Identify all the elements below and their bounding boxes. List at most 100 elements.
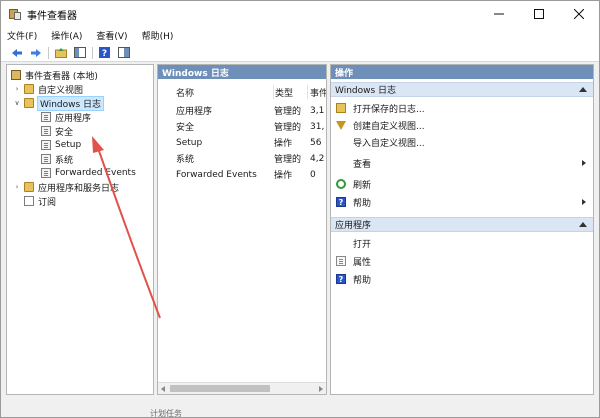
back-arrow-icon — [11, 48, 22, 57]
section-title: Windows 日志 — [335, 86, 397, 96]
show-hide-tree-icon — [73, 47, 86, 58]
tree-item-security[interactable]: 安全 — [41, 125, 74, 138]
tree-item-app-service-logs[interactable]: › 应用程序和服务日志 — [13, 181, 119, 194]
show-hide-tree-button[interactable] — [72, 46, 87, 60]
blank-icon — [336, 137, 346, 147]
menu-help[interactable]: 帮助(H) — [142, 29, 174, 42]
column-label: 名称 — [176, 88, 195, 99]
action-open[interactable]: 打开 — [331, 235, 593, 251]
tree-item-windows-logs[interactable]: ∨ Windows 日志 — [13, 95, 105, 111]
back-button[interactable] — [9, 46, 24, 60]
action-view[interactable]: 查看 — [331, 155, 593, 171]
tree-item-forwarded-events[interactable]: Forwarded Events — [41, 167, 136, 179]
action-help-app[interactable]: ? 帮助 — [331, 271, 593, 287]
scroll-left-icon[interactable] — [161, 386, 165, 392]
folder-icon — [24, 84, 34, 94]
help-toolbar-button[interactable]: ? — [97, 46, 112, 60]
collapse-icon[interactable] — [579, 87, 587, 92]
event-viewer-icon — [11, 70, 21, 80]
column-header-type[interactable]: 类型 — [274, 85, 308, 99]
action-properties[interactable]: 属性 — [331, 253, 593, 269]
properties-toolbar-button[interactable] — [116, 46, 131, 60]
close-icon — [574, 9, 584, 19]
action-help[interactable]: ? 帮助 — [331, 194, 593, 210]
tree-item-label: 安全 — [55, 127, 74, 138]
cell-events: 3,1 — [310, 105, 325, 116]
column-header-name[interactable]: 名称 — [176, 85, 274, 99]
maximize-button[interactable] — [519, 1, 559, 27]
open-folder-icon — [336, 103, 346, 113]
tree-item-custom-views[interactable]: › 自定义视图 — [13, 83, 83, 96]
toolbar: ? — [1, 44, 599, 62]
cell-name: Setup — [176, 137, 203, 148]
title-bar[interactable]: 事件查看器 — [1, 1, 599, 27]
collapse-icon[interactable] — [579, 222, 587, 227]
tree-item-label: 应用程序 — [55, 113, 92, 124]
folder-icon — [24, 98, 34, 108]
pane-title: Windows 日志 — [158, 65, 326, 79]
tree-item-label: Windows 日志 — [36, 95, 105, 111]
action-label: 帮助 — [353, 198, 372, 209]
chevron-right-icon[interactable]: › — [13, 183, 21, 191]
forward-arrow-icon — [30, 48, 41, 57]
blank-icon — [336, 158, 346, 168]
tree-item-application[interactable]: 应用程序 — [41, 111, 92, 124]
subscription-icon — [24, 196, 34, 206]
action-label: 打开 — [353, 239, 372, 250]
up-folder-button[interactable] — [53, 46, 68, 60]
log-icon — [41, 140, 51, 150]
action-label: 导入自定义视图... — [353, 138, 425, 149]
actions-pane: 操作 Windows 日志 打开保存的日志... 创建自定义视图... 导入自定… — [330, 64, 594, 395]
horizontal-scrollbar[interactable] — [158, 382, 326, 394]
tree-item-system[interactable]: 系统 — [41, 153, 74, 166]
status-bar — [1, 397, 599, 417]
help-icon: ? — [336, 274, 346, 284]
forward-button[interactable] — [28, 46, 43, 60]
action-label: 打开保存的日志... — [353, 104, 425, 115]
folder-up-icon — [54, 48, 67, 58]
cell-name: 应用程序 — [176, 107, 213, 117]
help-icon: ? — [336, 197, 346, 207]
column-label: 事件 — [310, 88, 327, 99]
column-header-events[interactable]: 事件 — [308, 85, 327, 99]
toolbar-separator — [48, 46, 49, 59]
tree-item-label: 系统 — [55, 155, 74, 166]
menu-file[interactable]: 文件(F) — [7, 29, 37, 42]
scroll-right-icon[interactable] — [319, 386, 323, 392]
cell-type: 管理的 — [274, 107, 302, 117]
event-viewer-window: 事件查看器 文件(F) 操作(A) 查看(V) 帮助(H) ? 事件查看器 (本… — [0, 0, 600, 418]
help-icon: ? — [99, 47, 110, 58]
action-create-custom-view[interactable]: 创建自定义视图... — [331, 117, 593, 133]
menu-view[interactable]: 查看(V) — [96, 29, 127, 42]
close-button[interactable] — [559, 1, 599, 27]
refresh-icon — [336, 179, 346, 189]
tree-item-root[interactable]: 事件查看器 (本地) — [11, 69, 98, 82]
actions-section-application[interactable]: 应用程序 — [331, 217, 593, 232]
log-icon — [41, 126, 51, 136]
menu-action[interactable]: 操作(A) — [51, 29, 82, 42]
menu-bar: 文件(F) 操作(A) 查看(V) 帮助(H) — [1, 27, 599, 44]
minimize-button[interactable] — [479, 1, 519, 27]
actions-section-windows-logs[interactable]: Windows 日志 — [331, 82, 593, 97]
tree-item-setup[interactable]: Setup — [41, 139, 81, 151]
cell-events: 31, — [310, 121, 325, 132]
svg-text:?: ? — [102, 49, 107, 58]
action-refresh[interactable]: 刷新 — [331, 176, 593, 192]
chevron-right-icon[interactable]: › — [13, 85, 21, 93]
log-icon — [41, 112, 51, 122]
cell-type: 操作 — [274, 171, 293, 181]
chevron-down-icon[interactable]: ∨ — [13, 99, 21, 107]
submenu-arrow-icon — [582, 199, 586, 205]
folder-icon — [24, 182, 34, 192]
background-window-text: 计划任务 — [150, 409, 182, 418]
action-import-custom-view[interactable]: 导入自定义视图... — [331, 134, 593, 150]
maximize-icon — [534, 9, 544, 19]
event-viewer-app-icon — [9, 8, 21, 20]
action-open-saved-log[interactable]: 打开保存的日志... — [331, 100, 593, 116]
tree-item-subscriptions[interactable]: 订阅 — [24, 195, 56, 208]
cell-type: 管理的 — [274, 123, 302, 133]
properties-icon — [336, 256, 346, 266]
scroll-thumb[interactable] — [170, 385, 270, 392]
log-icon — [41, 168, 51, 178]
cell-type: 管理的 — [274, 155, 302, 165]
